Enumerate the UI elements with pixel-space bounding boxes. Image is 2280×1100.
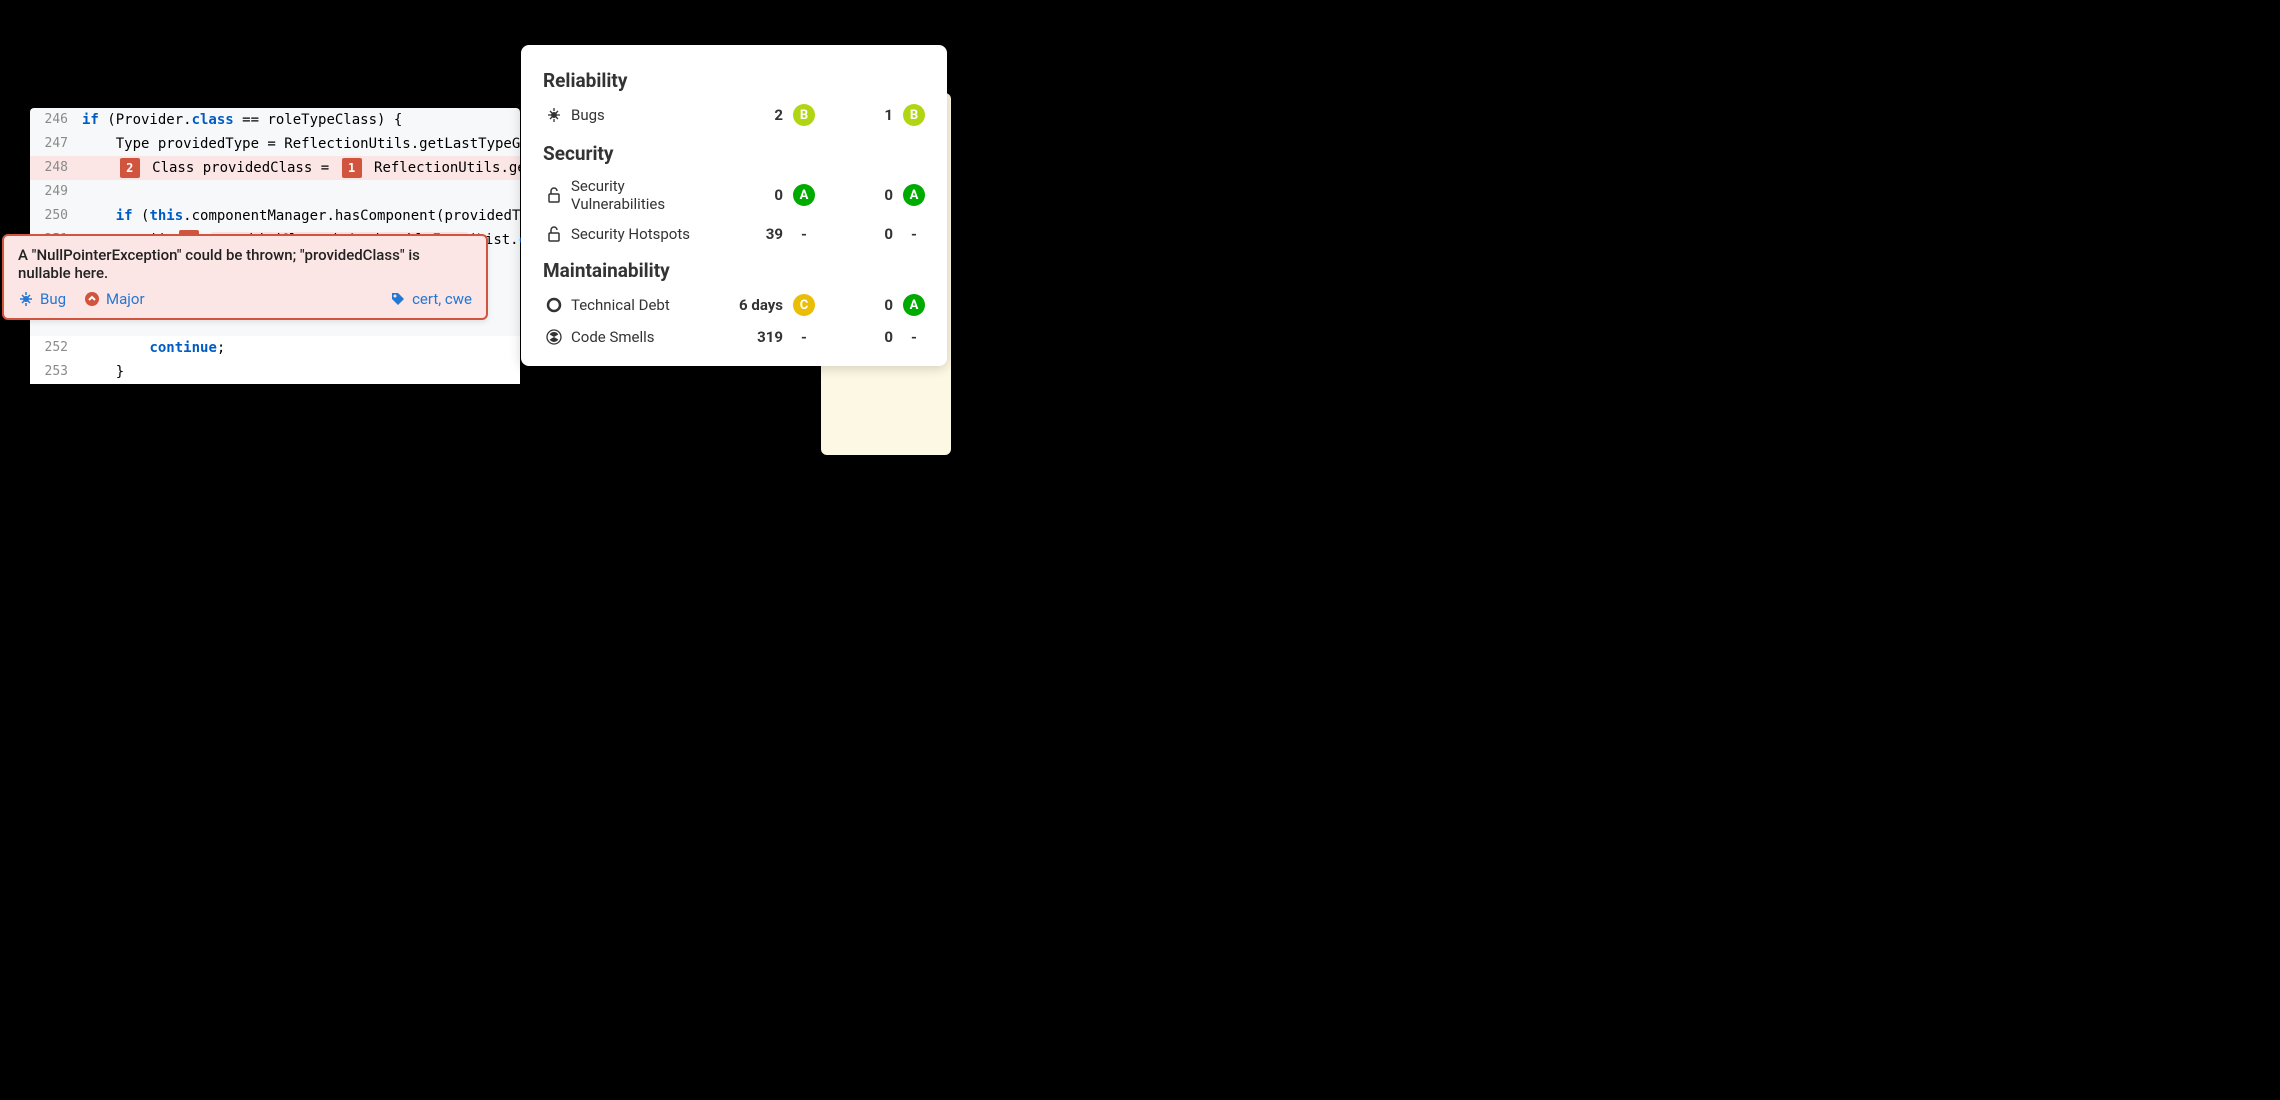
line-number: 249 (30, 180, 82, 204)
no-rating: - (903, 225, 925, 243)
smell-icon (543, 329, 565, 345)
issue-message: A "NullPointerException" could be thrown… (18, 246, 472, 282)
code-line: 253 } (30, 360, 520, 384)
unlock-icon (543, 226, 565, 242)
code-text: } (82, 360, 124, 384)
code-line: 246 if (Provider.class == roleTypeClass)… (30, 108, 520, 132)
section-reliability: Reliability (521, 59, 947, 98)
metrics-body: Reliability Bugs 2 B 1 B Security Securi… (521, 45, 947, 366)
debt-icon (543, 297, 565, 313)
rating-badge: C (793, 294, 815, 316)
issue-tags-label: cert, cwe (412, 290, 472, 308)
no-rating: - (903, 328, 925, 346)
newcode-value: 0 (853, 225, 893, 243)
line-number: 246 (30, 108, 82, 132)
newcode-value: 1 (853, 106, 893, 124)
code-line: 249 (30, 180, 520, 204)
issue-tags[interactable]: cert, cwe (390, 290, 472, 308)
section-security: Security (521, 132, 947, 171)
code-text: if (Provider.class == roleTypeClass) { (82, 108, 402, 132)
metric-label: Security Hotspots (565, 225, 721, 243)
issue-severity-tag[interactable]: Major (84, 290, 144, 308)
metric-label: Security Vulnerabilities (565, 177, 721, 213)
code-line: 250 if (this.componentManager.hasCompone… (30, 204, 520, 228)
issue-severity-label: Major (106, 290, 144, 308)
rating-badge: A (903, 184, 925, 206)
metrics-panel: New code Since last release Reliability … (521, 45, 947, 366)
section-maintainability: Maintainability (521, 249, 947, 288)
issue-marker[interactable]: 2 (120, 158, 140, 178)
issue-marker[interactable]: 1 (342, 158, 362, 178)
metric-value: 0 (721, 186, 783, 204)
line-number: 252 (30, 336, 82, 360)
metric-label: Bugs (565, 106, 721, 124)
rating-badge: B (793, 104, 815, 126)
issue-tooltip: A "NullPointerException" could be thrown… (2, 234, 488, 320)
metric-hotspots[interactable]: Security Hotspots 39 - 0 - (521, 219, 947, 249)
metric-value: 2 (721, 106, 783, 124)
issue-type-label: Bug (40, 290, 66, 308)
line-number: 253 (30, 360, 82, 384)
newcode-value: 0 (853, 296, 893, 314)
newcode-value: 0 (853, 328, 893, 346)
metric-label: Code Smells (565, 328, 721, 346)
metric-label: Technical Debt (565, 296, 721, 314)
metric-value: 6 days (721, 296, 783, 314)
code-line: 247 Type providedType = ReflectionUtils.… (30, 132, 520, 156)
line-number: 248 (30, 156, 82, 180)
code-line-highlighted: 248 2 Class providedClass = 1 Reflection… (30, 156, 520, 180)
rating-badge: A (793, 184, 815, 206)
bug-icon (18, 291, 34, 307)
rating-badge: B (903, 104, 925, 126)
tag-icon (390, 291, 406, 307)
metric-technical-debt[interactable]: Technical Debt 6 days C 0 A (521, 288, 947, 322)
severity-major-icon (84, 291, 100, 307)
line-number: 247 (30, 132, 82, 156)
bug-icon (543, 107, 565, 123)
unlock-icon (543, 187, 565, 203)
issue-meta-row: Bug Major cert, cwe (18, 290, 472, 308)
no-rating: - (793, 328, 815, 346)
metric-vulnerabilities[interactable]: Security Vulnerabilities 0 A 0 A (521, 171, 947, 219)
issue-type-tag[interactable]: Bug (18, 290, 66, 308)
metric-value: 319 (721, 328, 783, 346)
no-rating: - (793, 225, 815, 243)
rating-badge: A (903, 294, 925, 316)
line-number: 250 (30, 204, 82, 228)
code-line: 252 continue; (30, 336, 520, 360)
metric-code-smells[interactable]: Code Smells 319 - 0 - (521, 322, 947, 352)
code-text: continue; (82, 336, 225, 360)
metric-value: 39 (721, 225, 783, 243)
metric-bugs[interactable]: Bugs 2 B 1 B (521, 98, 947, 132)
newcode-value: 0 (853, 186, 893, 204)
